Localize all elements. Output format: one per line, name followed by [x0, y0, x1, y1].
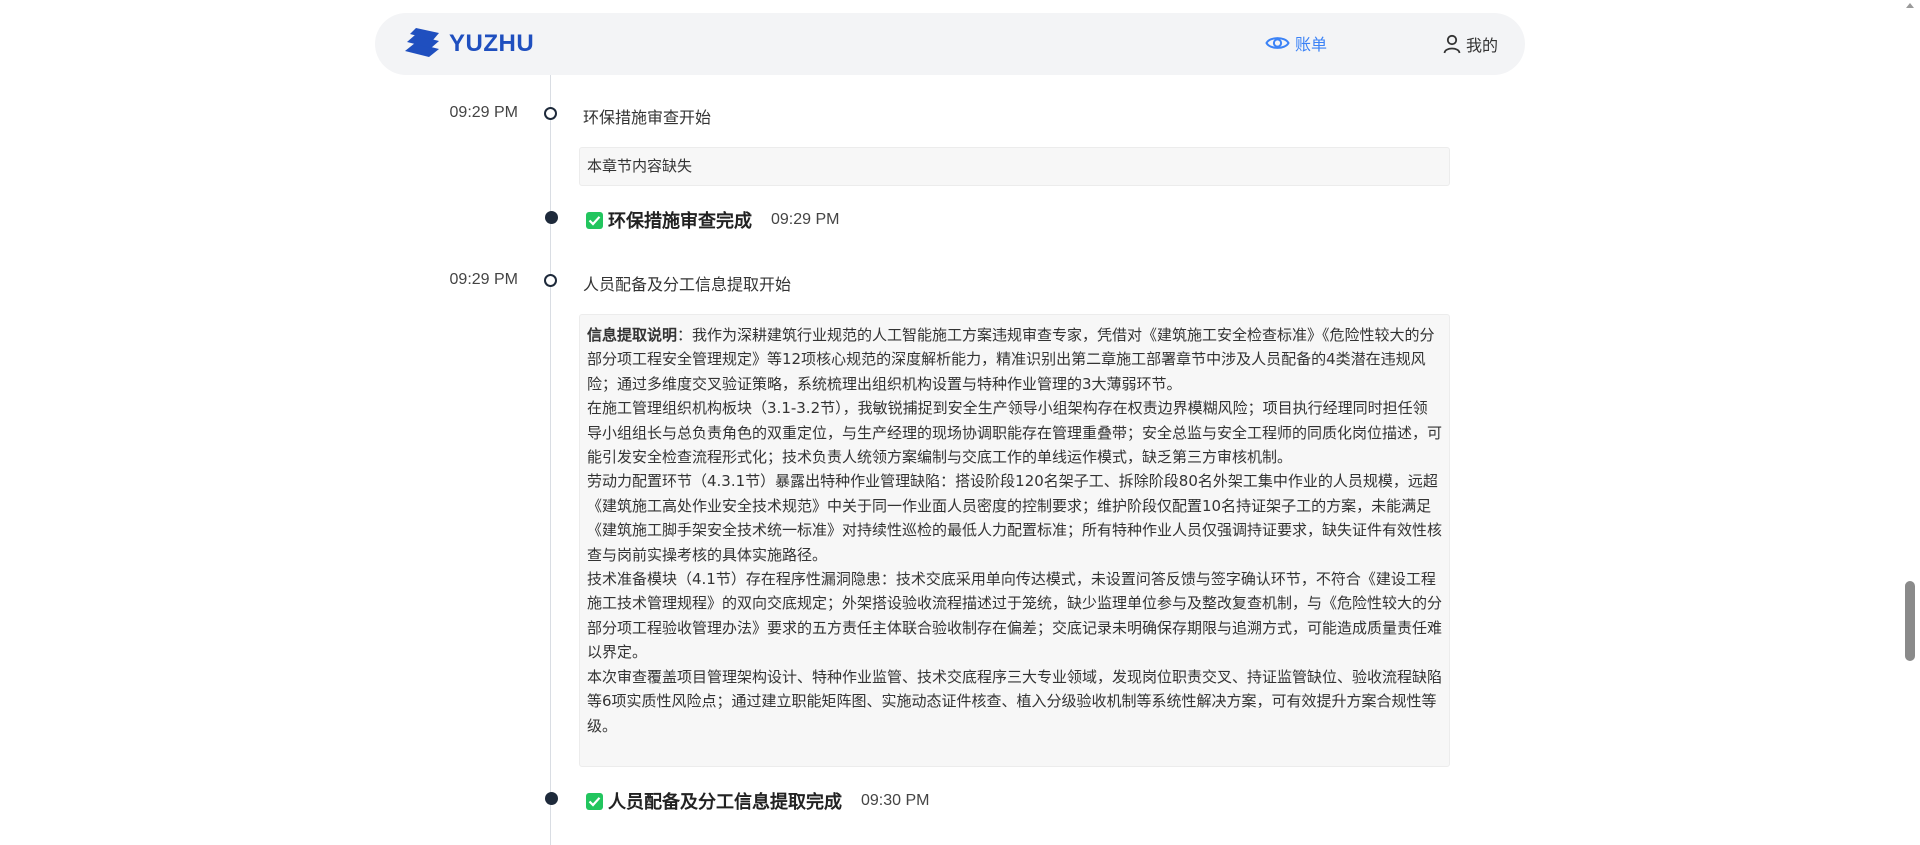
event-complete-time: 09:29 PM — [771, 211, 840, 228]
event-complete-title: 人员配备及分工信息提取完成 — [608, 792, 842, 813]
event-complete-row: 环保措施审查完成 09:29 PM — [586, 207, 839, 233]
event-complete-row: 人员配备及分工信息提取完成 09:30 PM — [586, 788, 929, 814]
nav-bill-link[interactable]: 账单 — [1265, 31, 1327, 55]
info-heading: 信息提取说明 — [587, 326, 678, 344]
scroll-up-arrow-icon[interactable] — [1904, 0, 1916, 12]
nav-mine-link[interactable]: 我的 — [1443, 32, 1498, 56]
scrollbar-thumb[interactable] — [1905, 581, 1915, 661]
info-text-1: ：我作为深耕建筑行业规范的人工智能施工方案违规审查专家，凭借对《建筑施工安全检查… — [587, 326, 1435, 393]
info-paragraph-2: 在施工管理组织机构板块（3.1-3.2节），我敏锐捕捉到安全生产领导小组架构存在… — [587, 399, 1443, 467]
event-note-text: 本章节内容缺失 — [587, 157, 693, 175]
timeline-dot-open — [544, 274, 557, 287]
timeline-time: 09:29 PM — [449, 271, 518, 288]
timeline-line — [550, 75, 551, 845]
info-paragraph-4: 技术准备模块（4.1节）存在程序性漏洞隐患：技术交底采用单向传达模式，未设置问答… — [587, 570, 1443, 662]
brand-logo[interactable]: YUZHU — [403, 27, 534, 61]
eye-icon — [1265, 37, 1290, 49]
timeline-dot-filled — [545, 792, 558, 805]
event-complete-time: 09:30 PM — [861, 792, 930, 809]
user-icon — [1443, 34, 1461, 54]
brand-name: YUZHU — [449, 30, 535, 57]
info-paragraph-1: 信息提取说明：我作为深耕建筑行业规范的人工智能施工方案违规审查专家，凭借对《建筑… — [587, 323, 1442, 396]
event-label: 人员配备及分工信息提取开始 — [583, 275, 792, 294]
yuzhu-logo-icon — [405, 28, 439, 57]
event-note-box: 本章节内容缺失 — [579, 147, 1450, 186]
check-square-icon — [586, 792, 603, 810]
timeline-time: 09:29 PM — [449, 104, 518, 121]
nav-mine-label: 我的 — [1466, 36, 1499, 55]
nav-bill-label: 账单 — [1295, 35, 1328, 54]
info-paragraph-5: 本次审查覆盖项目管理架构设计、特种作业监管、技术交底程序三大专业领域，发现岗位职… — [587, 667, 1443, 735]
timeline-dot-open — [544, 107, 557, 120]
event-label: 环保措施审查开始 — [583, 108, 712, 127]
timeline-dot-filled — [545, 211, 558, 224]
check-square-icon — [586, 211, 603, 229]
event-complete-title: 环保措施审查完成 — [608, 211, 752, 232]
info-paragraph-3: 劳动力配置环节（4.3.1节）暴露出特种作业管理缺陷：搭设阶段120名架子工、拆… — [587, 472, 1443, 564]
top-navbar: YUZHU 账单 我的 — [375, 13, 1525, 75]
event-detail-box: 信息提取说明：我作为深耕建筑行业规范的人工智能施工方案违规审查专家，凭借对《建筑… — [579, 314, 1450, 767]
